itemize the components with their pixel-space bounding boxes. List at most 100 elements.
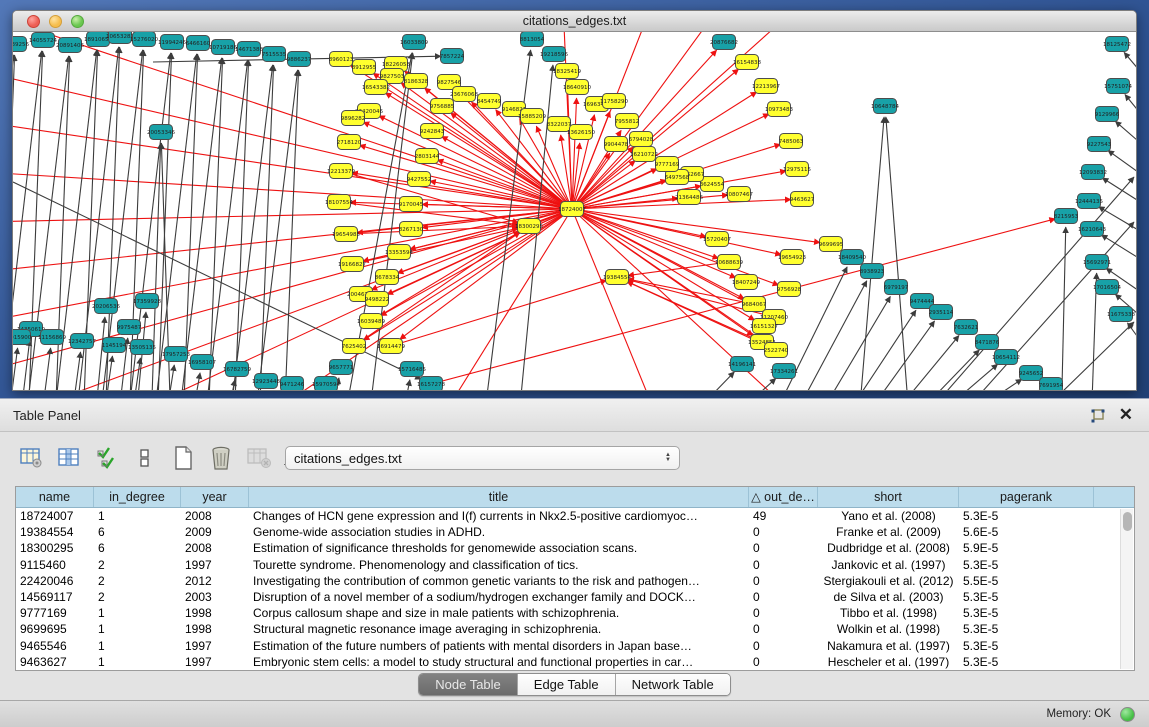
table-cell-pagerank[interactable]: 5.6E-5 bbox=[959, 524, 1094, 540]
network-edge[interactable] bbox=[1125, 95, 1136, 119]
network-node[interactable]: 16914479 bbox=[377, 339, 405, 354]
table-cell-out_degree[interactable]: 49 bbox=[749, 508, 818, 524]
network-node[interactable]: 18724007 bbox=[558, 202, 586, 217]
network-node[interactable]: 13626150 bbox=[567, 125, 595, 140]
network-node[interactable]: 16958107 bbox=[188, 355, 216, 370]
table-cell-out_degree[interactable]: 0 bbox=[749, 540, 818, 556]
network-node[interactable]: 19654923 bbox=[778, 250, 806, 265]
network-node[interactable]: 13353594 bbox=[385, 245, 413, 260]
network-node[interactable]: 9657771 bbox=[329, 360, 354, 375]
table-row[interactable]: 977716911998Corpus callosum shape and si… bbox=[16, 605, 1134, 621]
network-edge[interactable] bbox=[1115, 121, 1136, 147]
network-node[interactable]: 13505135 bbox=[128, 340, 156, 355]
network-edge[interactable] bbox=[572, 32, 653, 209]
network-view[interactable]: 1663925614055724208914061891065410653287… bbox=[13, 32, 1136, 390]
network-node[interactable]: 9756885 bbox=[430, 99, 455, 114]
table-cell-in_degree[interactable]: 1 bbox=[94, 638, 181, 654]
network-node[interactable]: 6794028 bbox=[629, 132, 654, 147]
column-header-year[interactable]: year bbox=[181, 487, 249, 507]
table-cell-name[interactable]: 9115460 bbox=[16, 557, 94, 573]
table-cell-name[interactable]: 9699695 bbox=[16, 621, 94, 637]
network-node[interactable]: 2935114 bbox=[929, 305, 954, 320]
network-node[interactable]: 1145194 bbox=[102, 338, 127, 353]
network-node[interactable]: 8960123 bbox=[329, 52, 354, 67]
network-node[interactable]: 15970594 bbox=[312, 377, 340, 391]
network-node[interactable]: 9756928 bbox=[777, 282, 802, 297]
network-edge[interactable] bbox=[400, 380, 410, 390]
network-node[interactable]: 16154838 bbox=[733, 55, 761, 70]
network-node[interactable]: 10807467 bbox=[725, 187, 753, 202]
table-cell-out_degree[interactable]: 0 bbox=[749, 524, 818, 540]
network-node[interactable]: 20891406 bbox=[56, 38, 84, 53]
table-cell-title[interactable]: Investigating the contribution of common… bbox=[249, 573, 749, 589]
table-cell-pagerank[interactable]: 5.3E-5 bbox=[959, 638, 1094, 654]
rows-icon[interactable] bbox=[132, 445, 158, 471]
network-node[interactable]: 9904478 bbox=[604, 137, 629, 152]
table-cell-short[interactable]: Stergiakouli et al. (2012) bbox=[818, 573, 959, 589]
network-node[interactable]: 9777169 bbox=[655, 157, 680, 172]
network-node[interactable]: 6466160 bbox=[186, 36, 211, 51]
table-cell-in_degree[interactable]: 2 bbox=[94, 573, 181, 589]
float-panel-icon[interactable] bbox=[1089, 407, 1107, 425]
table-cell-out_degree[interactable]: 0 bbox=[749, 573, 818, 589]
network-node[interactable]: 12923448 bbox=[252, 374, 280, 389]
column-header-name[interactable]: name bbox=[16, 487, 94, 507]
network-node[interactable]: 18640910 bbox=[563, 80, 591, 95]
table-cell-pagerank[interactable]: 5.3E-5 bbox=[959, 508, 1094, 524]
table-cell-in_degree[interactable]: 1 bbox=[94, 605, 181, 621]
network-node[interactable]: 16210722 bbox=[630, 147, 658, 162]
network-node[interactable]: 12444135 bbox=[1075, 194, 1103, 209]
table-cell-in_degree[interactable]: 1 bbox=[94, 621, 181, 637]
table-cell-short[interactable]: Wolkin et al. (1998) bbox=[818, 621, 959, 637]
table-cell-year[interactable]: 2008 bbox=[181, 540, 249, 556]
network-node[interactable]: 10973483 bbox=[765, 102, 793, 117]
network-edge[interactable] bbox=[204, 60, 248, 390]
table-cell-in_degree[interactable]: 2 bbox=[94, 589, 181, 605]
network-node[interactable]: 10648784 bbox=[871, 99, 899, 114]
new-table-icon[interactable] bbox=[170, 445, 196, 471]
network-node[interactable]: 9427552 bbox=[407, 172, 432, 187]
table-cell-pagerank[interactable]: 5.3E-5 bbox=[959, 654, 1094, 670]
network-node[interactable]: 16782759 bbox=[223, 362, 251, 377]
column-header-out_degree[interactable]: △ out_de… bbox=[749, 487, 818, 507]
network-edge[interactable] bbox=[13, 122, 572, 209]
network-edge[interactable] bbox=[886, 117, 910, 390]
network-node[interactable]: 15276020 bbox=[130, 32, 158, 47]
column-header-title[interactable]: title bbox=[249, 487, 749, 507]
table-cell-name[interactable]: 18300295 bbox=[16, 540, 94, 556]
table-cell-pagerank[interactable]: 5.9E-5 bbox=[959, 540, 1094, 556]
network-node[interactable]: 9463627 bbox=[790, 192, 815, 207]
network-node[interactable]: 8938923 bbox=[860, 264, 885, 279]
table-cell-year[interactable]: 2008 bbox=[181, 508, 249, 524]
table-cell-year[interactable]: 1997 bbox=[181, 557, 249, 573]
network-node[interactable]: 18409540 bbox=[838, 250, 866, 265]
network-node[interactable]: 14055724 bbox=[29, 33, 57, 48]
network-node[interactable]: 7857224 bbox=[440, 49, 465, 64]
table-cell-in_degree[interactable]: 6 bbox=[94, 524, 181, 540]
network-edge[interactable] bbox=[787, 281, 867, 390]
network-node[interactable]: 8813054 bbox=[520, 32, 545, 47]
network-node[interactable]: 12342757 bbox=[68, 334, 96, 349]
window-titlebar[interactable]: citations_edges.txt bbox=[13, 11, 1136, 32]
network-node[interactable]: 19218596 bbox=[540, 47, 568, 62]
network-node[interactable]: 19654985 bbox=[332, 227, 360, 242]
table-cell-title[interactable]: Genome-wide association studies in ADHD. bbox=[249, 524, 749, 540]
table-cell-short[interactable]: Jankovic et al. (1997) bbox=[818, 557, 959, 573]
table-cell-pagerank[interactable]: 5.3E-5 bbox=[959, 589, 1094, 605]
network-edge[interactable] bbox=[225, 380, 235, 390]
network-node[interactable]: 16033809 bbox=[400, 35, 428, 50]
network-node[interactable]: 8267130 bbox=[399, 222, 424, 237]
table-row[interactable]: 2242004622012Investigating the contribut… bbox=[16, 573, 1134, 589]
network-edge[interactable] bbox=[19, 340, 30, 390]
network-node[interactable]: 12093832 bbox=[1079, 165, 1107, 180]
network-node[interactable]: 18300295 bbox=[515, 219, 543, 234]
network-node[interactable]: 12975115 bbox=[783, 162, 811, 177]
network-node[interactable]: 9684067 bbox=[742, 297, 767, 312]
network-node[interactable]: 2803144 bbox=[415, 149, 440, 164]
network-node[interactable]: 9471246 bbox=[280, 377, 305, 391]
network-node[interactable]: 8912955 bbox=[352, 60, 377, 75]
network-node[interactable]: 17016504 bbox=[1093, 280, 1121, 295]
table-row[interactable]: 1872400712008Changes of HCN gene express… bbox=[16, 508, 1134, 524]
table-cell-year[interactable]: 1997 bbox=[181, 638, 249, 654]
table-cell-short[interactable]: Franke et al. (2009) bbox=[818, 524, 959, 540]
